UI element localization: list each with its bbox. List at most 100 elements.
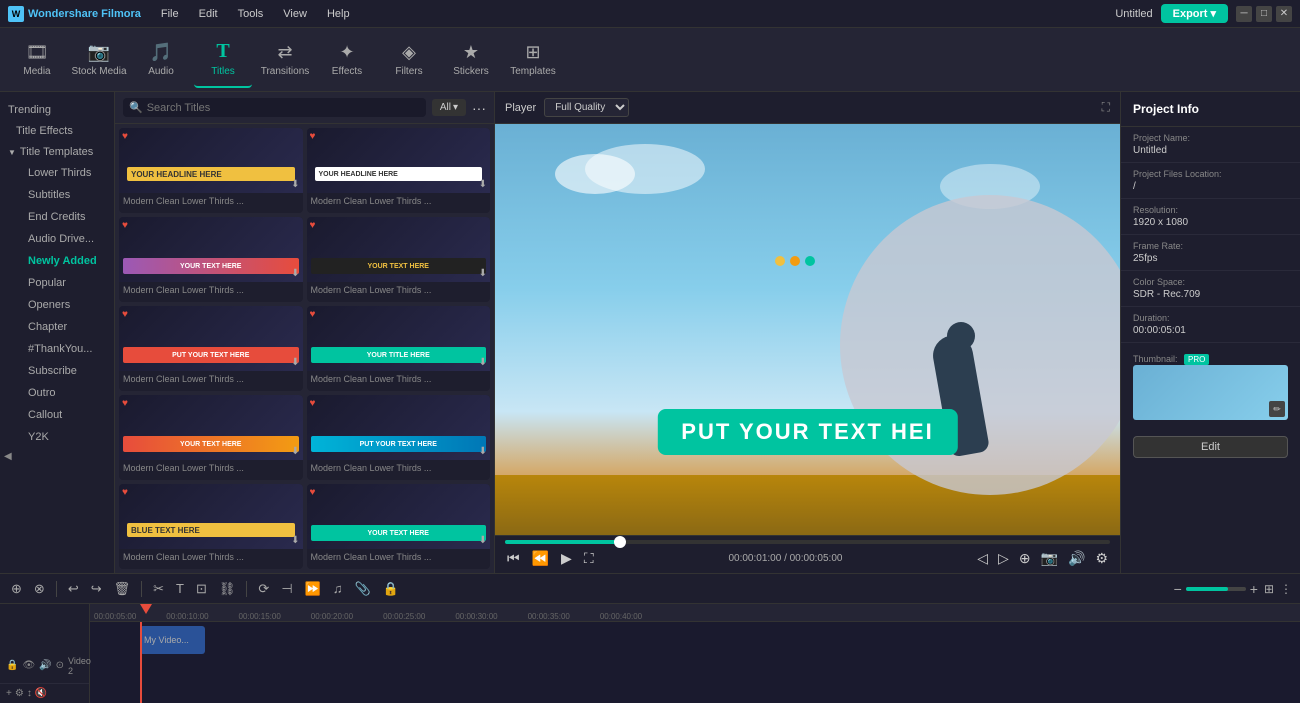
text-button[interactable]: T xyxy=(173,579,187,598)
menu-help[interactable]: Help xyxy=(319,6,358,22)
track-arrow-button[interactable]: ↕ xyxy=(27,688,32,699)
sidebar-item-title-effects[interactable]: Title Effects xyxy=(0,120,114,142)
title-card-7[interactable]: ♥ PUT YOUR TEXT HERE ⬇ Modern Clean Lowe… xyxy=(307,395,491,480)
menu-view[interactable]: View xyxy=(275,6,315,22)
title-card-8[interactable]: ♥ BLUE TEXT HERE ⬇ Modern Clean Lower Th… xyxy=(119,484,303,569)
progress-bar[interactable] xyxy=(505,540,1110,544)
maximize-button[interactable]: □ xyxy=(1256,6,1272,22)
step-back-button[interactable]: ⏪ xyxy=(530,548,551,569)
export-button[interactable]: Export ▾ xyxy=(1161,4,1228,23)
zoom-out-button[interactable]: − xyxy=(1174,581,1182,597)
title-card-5[interactable]: ♥ YOUR TITLE HERE ⬇ Modern Clean Lower T… xyxy=(307,306,491,391)
speed-button[interactable]: ⏩ xyxy=(302,579,324,599)
tool-effects[interactable]: ✦ Effects xyxy=(318,32,376,88)
track-mute-button[interactable]: 🔇 xyxy=(35,688,47,699)
tool-audio[interactable]: 🎵 Audio xyxy=(132,32,190,88)
tool-titles[interactable]: T Titles xyxy=(194,32,252,88)
crop-button[interactable]: ⊡ xyxy=(193,579,210,599)
tool-transitions[interactable]: ⇄ Transitions xyxy=(256,32,314,88)
sidebar-item-trending[interactable]: Trending xyxy=(0,100,114,120)
sidebar-item-subtitles[interactable]: Subtitles xyxy=(12,184,114,206)
cut-button[interactable]: ✂ xyxy=(150,579,167,599)
timeline-cursor[interactable] xyxy=(140,622,142,703)
progress-handle[interactable] xyxy=(614,536,626,548)
sidebar-item-openers[interactable]: Openers xyxy=(12,294,114,316)
sidebar-item-audio-drive[interactable]: Audio Drive... xyxy=(12,228,114,250)
track-settings-button[interactable]: ⚙ xyxy=(15,688,24,699)
tool-media[interactable]: 🎞 Media xyxy=(8,32,66,88)
edit-button[interactable]: Edit xyxy=(1133,436,1288,458)
title-card-4[interactable]: ♥ PUT YOUR TEXT HERE ⬇ Modern Clean Lowe… xyxy=(119,306,303,391)
title-card-1[interactable]: ♥ YOUR HEADLINE HERE ⬇ Modern Clean Lowe… xyxy=(307,128,491,213)
connect-button[interactable]: ⛓ xyxy=(216,579,239,599)
sidebar-item-outro[interactable]: Outro xyxy=(12,382,114,404)
snapshot-button[interactable]: 📷 xyxy=(1039,548,1060,569)
title-card-3[interactable]: ♥ YOUR TEXT HERE ⬇ Modern Clean Lower Th… xyxy=(307,217,491,302)
download-icon-8[interactable]: ⬇ xyxy=(291,535,299,546)
track-link-button[interactable]: ⊙ xyxy=(56,660,64,671)
download-icon-9[interactable]: ⬇ xyxy=(479,535,487,546)
quality-select[interactable]: Full Quality xyxy=(544,98,629,117)
delete-button[interactable]: 🗑 xyxy=(111,579,134,599)
sidebar-item-thankyou[interactable]: #ThankYou... xyxy=(12,338,114,360)
tool-templates[interactable]: ⊞ Templates xyxy=(504,32,562,88)
sidebar-item-y2k[interactable]: Y2K xyxy=(12,426,114,448)
magnet-button[interactable]: ⊗ xyxy=(31,579,48,599)
add-track-left-button[interactable]: + xyxy=(6,688,12,699)
download-icon-0[interactable]: ⬇ xyxy=(291,179,299,190)
tool-stock-media[interactable]: 📷 Stock Media xyxy=(70,32,128,88)
download-icon-4[interactable]: ⬇ xyxy=(291,357,299,368)
add-marker-button[interactable]: ⊕ xyxy=(1017,548,1033,569)
audio-button[interactable]: 🔊 xyxy=(1066,548,1087,569)
menu-tools[interactable]: Tools xyxy=(230,6,272,22)
download-icon-1[interactable]: ⬇ xyxy=(479,179,487,190)
download-icon-7[interactable]: ⬇ xyxy=(479,446,487,457)
search-input-wrap[interactable]: 🔍 xyxy=(123,98,426,117)
more-options-button[interactable]: ··· xyxy=(472,100,486,116)
sidebar-item-chapter[interactable]: Chapter xyxy=(12,316,114,338)
sidebar-item-lower-thirds[interactable]: Lower Thirds xyxy=(12,162,114,184)
next-frame-button[interactable]: ▷ xyxy=(996,548,1011,569)
add-track-button[interactable]: ⊕ xyxy=(8,579,25,599)
lock-button[interactable]: 🔒 xyxy=(380,579,402,599)
fullscreen-icon[interactable]: ⛶ xyxy=(1102,100,1110,114)
minimize-button[interactable]: ─ xyxy=(1236,6,1252,22)
prev-frame-button[interactable]: ◁ xyxy=(975,548,990,569)
sidebar-item-callout[interactable]: Callout xyxy=(12,404,114,426)
skip-back-button[interactable]: ⏮ xyxy=(505,548,522,569)
collapse-panel-button[interactable]: ◀ xyxy=(0,451,16,462)
sidebar-item-popular[interactable]: Popular xyxy=(12,272,114,294)
sidebar-item-end-credits[interactable]: End Credits xyxy=(12,206,114,228)
download-icon-5[interactable]: ⬇ xyxy=(479,357,487,368)
grid-button[interactable]: ⊞ xyxy=(1264,582,1274,596)
undo-button[interactable]: ↩ xyxy=(65,579,82,599)
more-timeline-button[interactable]: ⋮ xyxy=(1280,582,1292,596)
audio-track-button[interactable]: ♫ xyxy=(330,579,346,598)
menu-edit[interactable]: Edit xyxy=(191,6,226,22)
trim-button[interactable]: ⊣ xyxy=(278,579,295,599)
clip-button[interactable]: 📎 xyxy=(352,579,374,599)
title-card-2[interactable]: ♥ YOUR TEXT HERE ⬇ Modern Clean Lower Th… xyxy=(119,217,303,302)
fullscreen-player-button[interactable]: ⛶ xyxy=(582,548,596,569)
download-icon-2[interactable]: ⬇ xyxy=(291,268,299,279)
settings-player-button[interactable]: ⚙ xyxy=(1093,548,1110,569)
title-card-9[interactable]: ♥ YOUR TEXT HERE ⬇ Modern Clean Lower Th… xyxy=(307,484,491,569)
sidebar-item-newly-added[interactable]: Newly Added xyxy=(12,250,114,272)
sidebar-item-subscribe[interactable]: Subscribe xyxy=(12,360,114,382)
close-button[interactable]: ✕ xyxy=(1276,6,1292,22)
tool-stickers[interactable]: ★ Stickers xyxy=(442,32,500,88)
ripple-button[interactable]: ⟳ xyxy=(255,579,272,599)
zoom-in-button[interactable]: + xyxy=(1250,581,1258,597)
redo-button[interactable]: ↪ xyxy=(88,579,105,599)
search-input[interactable] xyxy=(147,102,420,114)
track-audio-button[interactable]: 🔊 xyxy=(39,660,51,671)
download-icon-6[interactable]: ⬇ xyxy=(291,446,299,457)
track-lock-button[interactable]: 🔒 xyxy=(6,660,18,671)
title-card-0[interactable]: ♥ YOUR HEADLINE HERE ⬇ Modern Clean Lowe… xyxy=(119,128,303,213)
sidebar-section-title-templates[interactable]: ▼ Title Templates xyxy=(0,142,114,162)
filter-button[interactable]: All ▾ xyxy=(432,99,466,116)
menu-file[interactable]: File xyxy=(153,6,187,22)
zoom-slider[interactable] xyxy=(1186,587,1246,591)
play-button[interactable]: ▶ xyxy=(559,548,574,569)
download-icon-3[interactable]: ⬇ xyxy=(479,268,487,279)
